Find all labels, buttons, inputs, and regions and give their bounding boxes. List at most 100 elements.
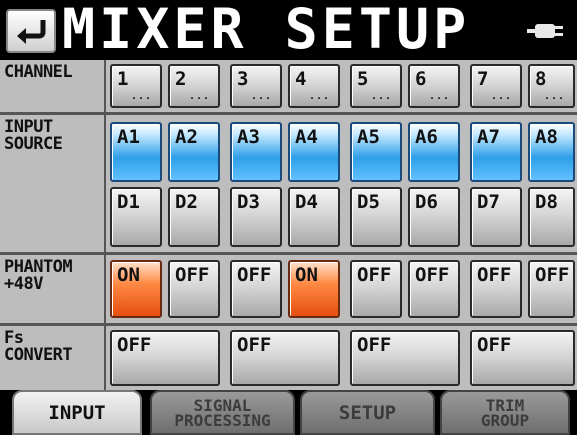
tab-signal[interactable]: SIGNAL PROCESSING: [150, 390, 295, 435]
channel-button-7-label: 7: [477, 68, 489, 90]
input-source-analog-6[interactable]: A6: [408, 122, 460, 182]
phantom-toggle-4-label: ON: [295, 264, 318, 286]
phantom-toggle-6-label: OFF: [415, 264, 450, 286]
input-source-digital-4-label: D4: [295, 191, 318, 213]
input-source-digital-5[interactable]: D5: [350, 187, 402, 247]
channel-button-6[interactable]: 6...: [408, 64, 460, 108]
input-source-analog-1[interactable]: A1: [110, 122, 162, 182]
phantom-toggle-4[interactable]: ON: [288, 260, 340, 318]
fs-convert-label-line2: CONVERT: [4, 345, 73, 365]
input-source-analog-8-label: A8: [535, 126, 558, 148]
input-source-digital-2[interactable]: D2: [168, 187, 220, 247]
input-source-digital-1[interactable]: D1: [110, 187, 162, 247]
input-source-analog-5-label: A5: [357, 126, 380, 148]
channel-row-label: CHANNEL: [0, 60, 106, 112]
page-title: MIXER SETUP: [62, 0, 471, 61]
channel-button-8[interactable]: 8...: [528, 64, 575, 108]
phantom-toggle-7[interactable]: OFF: [470, 260, 522, 318]
fs-convert-button-3[interactable]: OFF: [350, 330, 460, 386]
channel-button-7[interactable]: 7...: [470, 64, 522, 108]
input-source-analog-3-label: A3: [237, 126, 260, 148]
tab-label-line2: PROCESSING: [174, 411, 271, 430]
input-source-analog-1-label: A1: [117, 126, 140, 148]
phantom-toggle-5-label: OFF: [357, 264, 392, 286]
input-source-digital-4[interactable]: D4: [288, 187, 340, 247]
channel-button-2[interactable]: 2...: [168, 64, 220, 108]
tab-trim[interactable]: TRIM GROUP: [440, 390, 570, 435]
phantom-toggle-8[interactable]: OFF: [528, 260, 575, 318]
phantom-toggle-8-label: OFF: [535, 264, 570, 286]
fs-convert-button-4[interactable]: OFF: [470, 330, 575, 386]
channel-button-8-label: 8: [535, 68, 547, 90]
input-source-digital-6-label: D6: [415, 191, 438, 213]
channel-settings-dots: ...: [490, 91, 512, 102]
input-source-digital-5-label: D5: [357, 191, 380, 213]
fs-convert-button-1-label: OFF: [117, 334, 152, 356]
return-arrow-icon: [17, 20, 46, 44]
input-source-digital-6[interactable]: D6: [408, 187, 460, 247]
tab-label-line1: INPUT: [48, 402, 106, 424]
phantom-toggle-6[interactable]: OFF: [408, 260, 460, 318]
phantom-toggle-3-label: OFF: [237, 264, 272, 286]
channel-settings-dots: ...: [250, 91, 272, 102]
channel-button-3[interactable]: 3...: [230, 64, 282, 108]
input-source-analog-2[interactable]: A2: [168, 122, 220, 182]
channel-settings-dots: ...: [543, 91, 565, 102]
tab-input[interactable]: INPUT: [12, 390, 142, 435]
power-plug-icon: [527, 24, 563, 38]
channel-settings-dots: ...: [130, 91, 152, 102]
tab-label-line2: GROUP: [480, 411, 530, 430]
channel-button-5[interactable]: 5...: [350, 64, 402, 108]
mixer-grid: CHANNEL INPUT SOURCE PHANTOM +48V Fs CON…: [0, 60, 577, 390]
input-source-digital-3[interactable]: D3: [230, 187, 282, 247]
tab-label-line1: SETUP: [338, 402, 397, 424]
phantom-row-label: PHANTOM +48V: [0, 255, 106, 323]
fs-convert-button-3-label: OFF: [357, 334, 392, 356]
input-source-analog-3[interactable]: A3: [230, 122, 282, 182]
input-source-analog-7[interactable]: A7: [470, 122, 522, 182]
phantom-toggle-1[interactable]: ON: [110, 260, 162, 318]
channel-button-4-label: 4: [295, 68, 307, 90]
tab-setup[interactable]: SETUP: [300, 390, 435, 435]
input-source-analog-7-label: A7: [477, 126, 500, 148]
phantom-toggle-2[interactable]: OFF: [168, 260, 220, 318]
fs-convert-row-label: Fs CONVERT: [0, 326, 106, 390]
input-source-digital-3-label: D3: [237, 191, 260, 213]
phantom-toggle-3[interactable]: OFF: [230, 260, 282, 318]
input-source-digital-1-label: D1: [117, 191, 140, 213]
input-source-digital-7-label: D7: [477, 191, 500, 213]
channel-button-3-label: 3: [237, 68, 249, 90]
phantom-toggle-5[interactable]: OFF: [350, 260, 402, 318]
input-source-digital-7[interactable]: D7: [470, 187, 522, 247]
channel-button-2-label: 2: [175, 68, 187, 90]
input-source-analog-6-label: A6: [415, 126, 438, 148]
input-source-analog-5[interactable]: A5: [350, 122, 402, 182]
input-source-digital-8-label: D8: [535, 191, 558, 213]
phantom-toggle-7-label: OFF: [477, 264, 512, 286]
channel-settings-dots: ...: [370, 91, 392, 102]
phantom-toggle-1-label: ON: [117, 264, 140, 286]
channel-settings-dots: ...: [428, 91, 450, 102]
tab-bar: INPUT SIGNAL PROCESSING SETUP TRIM GROUP: [0, 390, 577, 435]
channel-settings-dots: ...: [308, 91, 330, 102]
channel-button-5-label: 5: [357, 68, 369, 90]
title-bar: MIXER SETUP: [0, 0, 577, 60]
input-source-digital-8[interactable]: D8: [528, 187, 575, 247]
back-button[interactable]: [6, 9, 56, 53]
input-source-row-label: INPUT SOURCE: [0, 115, 106, 252]
channel-button-4[interactable]: 4...: [288, 64, 340, 108]
channel-label-text: CHANNEL: [4, 62, 73, 82]
input-source-analog-4-label: A4: [295, 126, 318, 148]
channel-button-1-label: 1: [117, 68, 129, 90]
fs-convert-button-4-label: OFF: [477, 334, 512, 356]
input-source-label-line2: SOURCE: [4, 134, 63, 154]
fs-convert-button-2[interactable]: OFF: [230, 330, 340, 386]
input-source-digital-2-label: D2: [175, 191, 198, 213]
input-source-analog-4[interactable]: A4: [288, 122, 340, 182]
channel-button-6-label: 6: [415, 68, 427, 90]
channel-button-1[interactable]: 1...: [110, 64, 162, 108]
fs-convert-button-2-label: OFF: [237, 334, 272, 356]
fs-convert-button-1[interactable]: OFF: [110, 330, 220, 386]
input-source-analog-8[interactable]: A8: [528, 122, 575, 182]
phantom-toggle-2-label: OFF: [175, 264, 210, 286]
